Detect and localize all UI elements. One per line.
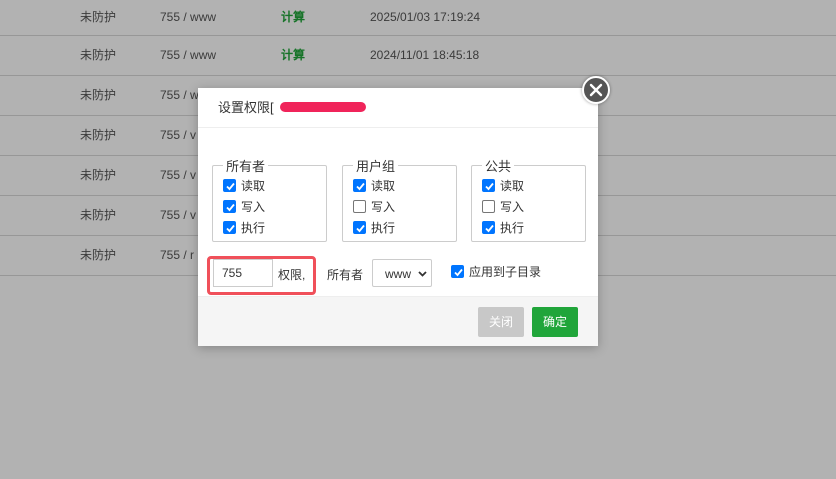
group-execute-option[interactable]: 执行 [353, 217, 456, 238]
public-write-option[interactable]: 写入 [482, 196, 585, 217]
permission-row: 权限, 所有者 www 应用到子目录 [198, 256, 598, 296]
apply-subdir-checkbox[interactable] [451, 265, 464, 278]
group-read-label: 读取 [371, 179, 396, 193]
apply-subdir-option[interactable]: 应用到子目录 [451, 263, 541, 280]
close-icon [589, 83, 603, 97]
public-write-checkbox[interactable] [482, 200, 495, 213]
public-permissions: 公共 读取 写入 执行 [471, 156, 586, 242]
owner-write-checkbox[interactable] [223, 200, 236, 213]
dialog-close-button[interactable] [582, 76, 610, 104]
public-legend: 公共 [485, 159, 512, 174]
group-write-label: 写入 [371, 200, 396, 214]
apply-subdir-label: 应用到子目录 [469, 265, 542, 279]
owner-execute-label: 执行 [241, 221, 266, 235]
public-write-label: 写入 [500, 200, 525, 214]
set-permission-dialog: 设置权限[ 所有者 读取 写入 执行 用户组 读取 写入 执行 公共 读取 写入… [198, 88, 598, 346]
dialog-title-text: 设置权限[ [218, 100, 274, 115]
public-read-label: 读取 [500, 179, 525, 193]
close-button[interactable]: 关闭 [478, 307, 524, 337]
owner-permissions: 所有者 读取 写入 执行 [212, 156, 327, 242]
owner-selected-value: www [385, 267, 411, 281]
public-read-option[interactable]: 读取 [482, 175, 585, 196]
owner-read-label: 读取 [241, 179, 266, 193]
owner-write-option[interactable]: 写入 [223, 196, 326, 217]
owner-read-checkbox[interactable] [223, 179, 236, 192]
owner-read-option[interactable]: 读取 [223, 175, 326, 196]
owner-select[interactable]: www [372, 259, 432, 287]
public-read-checkbox[interactable] [482, 179, 495, 192]
permission-suffix-label: 权限, [278, 268, 306, 282]
chevron-down-icon [418, 271, 427, 277]
confirm-button[interactable]: 确定 [532, 307, 578, 337]
group-read-option[interactable]: 读取 [353, 175, 456, 196]
owner-execute-checkbox[interactable] [223, 221, 236, 234]
dialog-footer: 关闭 确定 [198, 296, 598, 346]
owner-write-label: 写入 [241, 200, 266, 214]
owner-label: 所有者 [327, 268, 364, 282]
group-execute-checkbox[interactable] [353, 221, 366, 234]
public-execute-checkbox[interactable] [482, 221, 495, 234]
owner-legend: 所有者 [226, 159, 266, 174]
group-permissions: 用户组 读取 写入 执行 [342, 156, 457, 242]
dialog-title: 设置权限[ [198, 88, 598, 128]
permission-value-input[interactable] [213, 259, 273, 287]
owner-execute-option[interactable]: 执行 [223, 217, 326, 238]
group-read-checkbox[interactable] [353, 179, 366, 192]
group-execute-label: 执行 [371, 221, 396, 235]
group-write-checkbox[interactable] [353, 200, 366, 213]
group-write-option[interactable]: 写入 [353, 196, 456, 217]
redacted-path [280, 102, 366, 112]
public-execute-label: 执行 [500, 221, 525, 235]
group-legend: 用户组 [356, 159, 396, 174]
public-execute-option[interactable]: 执行 [482, 217, 585, 238]
